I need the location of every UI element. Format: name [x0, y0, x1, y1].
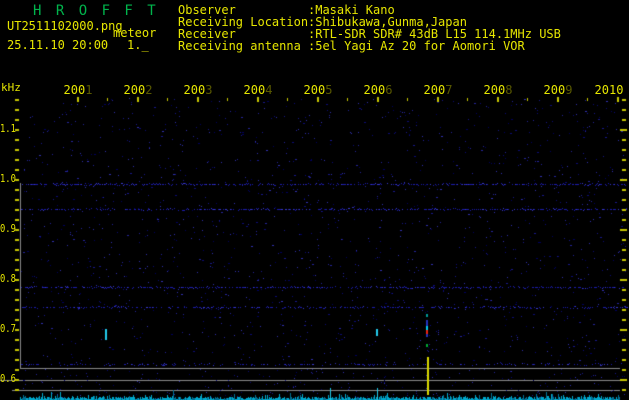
- time-tick-last-digit: 9: [565, 83, 573, 97]
- time-tick-prefix: 200: [183, 83, 206, 97]
- time-tick-label: 2003: [178, 84, 218, 96]
- time-tick-last-digit: 6: [385, 83, 393, 97]
- datetime-label: 25.11.10 20:00: [7, 38, 109, 52]
- time-tick-label: 2002: [118, 84, 158, 96]
- spectrogram-canvas: [0, 0, 629, 400]
- time-tick-last-digit: 3: [205, 83, 213, 97]
- time-tick-prefix: 200: [303, 83, 326, 97]
- time-tick-prefix: 200: [483, 83, 506, 97]
- hrofft-window: H R O F F T UT2511102000.png meteor 25.1…: [0, 0, 629, 400]
- freq-tick-label: 1.0: [0, 172, 16, 185]
- freq-tick-label: 0.9: [0, 222, 16, 235]
- filename-label: UT2511102000.png: [7, 19, 123, 33]
- time-tick-prefix: 200: [363, 83, 386, 97]
- freq-tick-label: 0.6: [0, 372, 16, 385]
- time-tick-prefix: 200: [123, 83, 146, 97]
- time-tick-last-digit: 4: [265, 83, 273, 97]
- time-tick-last-digit: 5: [325, 83, 333, 97]
- time-tick-last-digit: 8: [505, 83, 513, 97]
- time-tick-label: 2005: [298, 84, 338, 96]
- time-tick-label: 2004: [238, 84, 278, 96]
- time-tick-last-digit: 7: [445, 83, 453, 97]
- app-title: H R O F F T: [33, 3, 159, 19]
- header-field-label: Receiving antenna: [178, 39, 301, 53]
- time-tick-label: 2009: [538, 84, 578, 96]
- header-field-value: :5el Yagi Az 20 for Aomori VOR: [308, 39, 525, 53]
- freq-tick-label: 0.7: [0, 322, 16, 335]
- counter-label: 1._: [127, 38, 149, 52]
- time-tick-label: 2001: [58, 84, 98, 96]
- time-tick-label: 2006: [358, 84, 398, 96]
- time-tick-prefix: 200: [423, 83, 446, 97]
- freq-tick-label: 1.1: [0, 122, 16, 135]
- time-tick-prefix: 200: [543, 83, 566, 97]
- khz-axis-label: kHz: [1, 81, 21, 94]
- time-tick-last-digit: 1: [85, 83, 93, 97]
- time-tick-label: 2008: [478, 84, 518, 96]
- time-tick-last-digit: 2: [145, 83, 153, 97]
- time-tick-prefix: 200: [63, 83, 86, 97]
- freq-tick-label: 0.8: [0, 272, 16, 285]
- time-tick-prefix: 200: [243, 83, 266, 97]
- time-tick-label: 2010: [594, 83, 624, 97]
- time-tick-label: 2007: [418, 84, 458, 96]
